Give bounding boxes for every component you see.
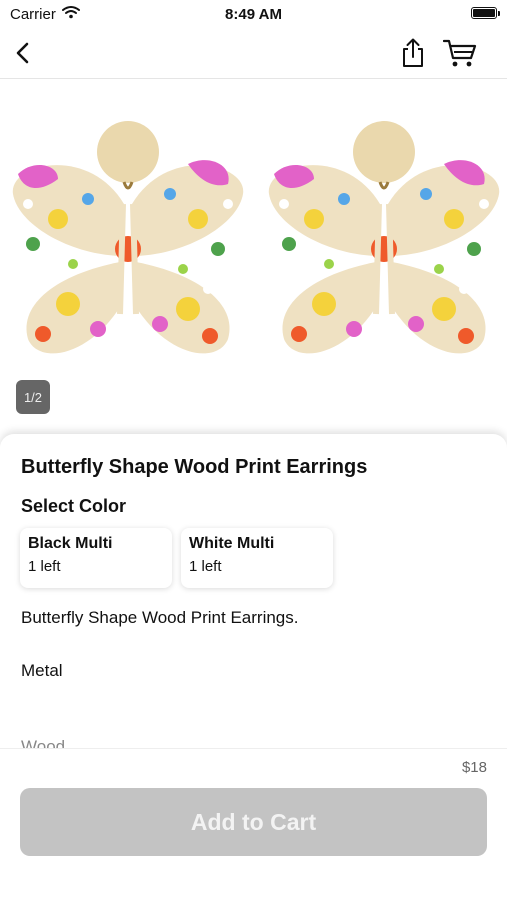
product-image: [0, 80, 507, 440]
color-option-stock: 1 left: [28, 558, 61, 575]
price-label: $18: [461, 759, 487, 776]
purchase-bar: $18 Add to Cart: [0, 748, 507, 901]
add-to-cart-button[interactable]: Add to Cart: [20, 788, 487, 856]
cart-icon: [443, 39, 477, 67]
share-icon: [403, 38, 423, 67]
color-option-name: Black Multi: [28, 535, 113, 552]
color-option-stock: 1 left: [189, 558, 222, 575]
select-color-label: Select Color: [21, 496, 127, 516]
product-title: Butterfly Shape Wood Print Earrings: [21, 456, 368, 478]
description-line: Metal: [21, 661, 63, 680]
cart-button[interactable]: [443, 36, 477, 70]
chevron-left-icon: [16, 42, 29, 64]
color-option-name: White Multi: [189, 535, 275, 552]
battery-icon: [471, 7, 500, 19]
back-button[interactable]: [6, 36, 40, 70]
product-details-sheet: Butterfly Shape Wood Print Earrings Sele…: [0, 434, 507, 756]
clock: 8:49 AM: [225, 6, 282, 23]
share-button[interactable]: [396, 36, 430, 70]
image-page-indicator: 1/2: [16, 380, 50, 414]
navigation-bar: [0, 28, 507, 79]
product-image-gallery[interactable]: 1/2: [0, 80, 507, 440]
description-line: Butterfly Shape Wood Print Earrings.: [21, 608, 299, 627]
color-option-black-multi[interactable]: Black Multi 1 left: [20, 528, 172, 588]
status-bar: Carrier 8:49 AM: [0, 0, 507, 28]
color-option-white-multi[interactable]: White Multi 1 left: [181, 528, 333, 588]
